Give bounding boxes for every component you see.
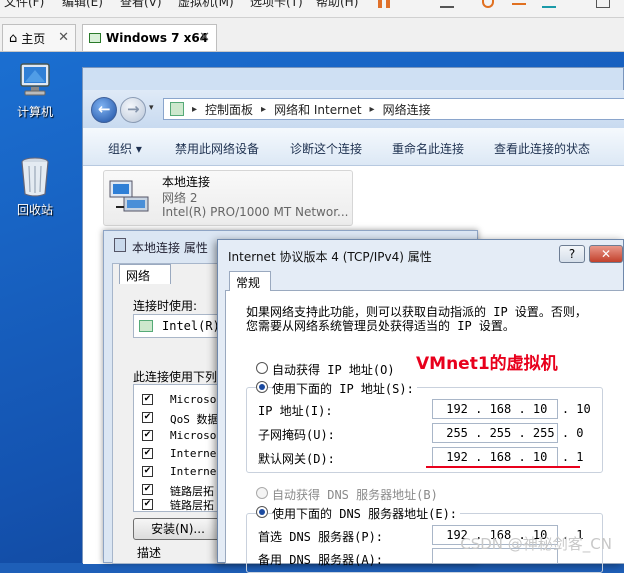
menu-edit[interactable]: 编辑(E) (62, 0, 103, 10)
auto-dns-label: 自动获得 DNS 服务器地址(B) (272, 488, 438, 502)
desktop-icon-label: 回收站 (16, 203, 53, 217)
snapshot-icon[interactable] (482, 0, 494, 8)
auto-dns-radio (256, 487, 268, 499)
manual-ip-radio[interactable] (256, 381, 268, 393)
control-panel-icon (170, 102, 184, 116)
checkbox[interactable]: ✔ (142, 499, 153, 510)
back-button[interactable]: ← (91, 97, 117, 123)
computer-icon (20, 63, 50, 96)
tcp-body: 如果网络支持此功能，则可以获取自动指派的 IP 设置。否则， 您需要从网络系统管… (225, 290, 624, 573)
send-keys-icon[interactable] (440, 2, 454, 8)
annotation-vmnet1: VMnet1的虚拟机 (416, 354, 558, 374)
tab-home[interactable]: ⌂ 主页 ✕ (2, 24, 76, 51)
desktop-icon-computer[interactable]: 计算机 (0, 60, 70, 120)
recycle-bin-icon (21, 157, 49, 197)
history-dropdown-icon[interactable]: ▾ (149, 103, 154, 113)
close-icon[interactable]: ✕ (58, 30, 69, 45)
address-bar: ← → ▾ ▸ 控制面板 ▸ 网络和 Internet ▸ 网络连接 (83, 90, 624, 128)
tab-windows7[interactable]: Windows 7 x64 ✕ (82, 24, 217, 51)
network-adapter-icon (109, 180, 149, 212)
menu-vm[interactable]: 虚拟机(M) (178, 0, 234, 10)
tab-networking[interactable]: 网络 (119, 264, 171, 284)
dialog-title: 本地连接 属性 (132, 241, 208, 255)
connection-network: 网络 2 (162, 191, 198, 205)
tab-general[interactable]: 常规 (229, 271, 271, 291)
manual-dns-radio[interactable] (256, 506, 268, 518)
description-label: 描述 (133, 544, 166, 561)
adapter-name: Intel(R) (162, 319, 220, 333)
tcpipv4-properties-dialog: Internet 协议版本 4 (TCP/IPv4) 属性 ? ✕ 常规 如果网… (217, 239, 624, 573)
help-button[interactable]: ? (559, 245, 585, 263)
breadcrumb-separator[interactable]: ▸ (261, 104, 266, 115)
vm-tabbar: ⌂ 主页 ✕ Windows 7 x64 ✕ (0, 18, 624, 52)
diagnose-button[interactable]: 诊断这个连接 (290, 140, 362, 157)
breadcrumb-separator[interactable]: ▸ (370, 104, 375, 115)
menu-file[interactable]: 文件(F) (4, 0, 44, 10)
adapter-icon (139, 320, 153, 332)
revert-icon[interactable] (512, 3, 526, 5)
forward-button[interactable]: → (120, 97, 146, 123)
ip-address-input[interactable]: 192 . 168 . 10 . 10 (432, 399, 591, 419)
desktop-icon-recycle-bin[interactable]: 回收站 (0, 156, 70, 218)
connection-item-local[interactable]: 本地连接 网络 2 Intel(R) PRO/1000 MT Networ... (103, 170, 353, 226)
menu-view[interactable]: 查看(V) (120, 0, 162, 10)
connection-adapter: Intel(R) PRO/1000 MT Networ... (162, 205, 349, 219)
breadcrumb-network-connections[interactable]: 网络连接 (383, 101, 431, 118)
subnet-mask-input[interactable]: 255 . 255 . 255 . 0 (432, 423, 584, 443)
tab-home-label: 主页 (21, 31, 46, 46)
vm-menubar: 文件(F) 编辑(E) 查看(V) 虚拟机(M) 选项卡(T) 帮助(H) (0, 0, 624, 18)
watermark: CSDN @神秘剑客_CN (460, 535, 612, 553)
checkbox[interactable]: ✔ (142, 448, 153, 459)
command-bar: 组织 ▾ 禁用此网络设备 诊断这个连接 重命名此连接 查看此连接的状态 (83, 128, 624, 166)
checkbox[interactable]: ✔ (142, 412, 153, 423)
subnet-mask-label: 子网掩码(U): (258, 428, 335, 442)
pause-icon-bar (386, 0, 390, 8)
back-arrow-icon: ← (98, 100, 111, 118)
vm-icon (89, 33, 101, 43)
checkbox[interactable]: ✔ (142, 484, 153, 495)
manage-snapshot-icon[interactable] (542, 0, 556, 8)
menu-help[interactable]: 帮助(H) (316, 0, 358, 10)
default-gateway-input[interactable]: 192 . 168 . 10 . 1 (432, 447, 584, 467)
checkbox[interactable]: ✔ (142, 466, 153, 477)
breadcrumb[interactable]: ▸ 控制面板 ▸ 网络和 Internet ▸ 网络连接 (163, 98, 624, 120)
breadcrumb-separator[interactable]: ▸ (192, 104, 197, 115)
manual-ip-label[interactable]: 使用下面的 IP 地址(S): (272, 380, 417, 397)
close-icon[interactable]: ✕ (199, 30, 210, 45)
auto-ip-radio[interactable] (256, 362, 268, 374)
forward-arrow-icon: → (127, 100, 140, 118)
network-icon (114, 238, 126, 252)
checkbox[interactable]: ✔ (142, 394, 153, 405)
annotation-underline (426, 466, 580, 468)
manual-dns-label[interactable]: 使用下面的 DNS 服务器地址(E): (272, 505, 461, 522)
breadcrumb-network-internet[interactable]: 网络和 Internet (274, 101, 361, 118)
install-button[interactable]: 安装(N)... (133, 518, 223, 540)
view-status-button[interactable]: 查看此连接的状态 (494, 140, 590, 157)
tab-windows7-label: Windows 7 x64 (106, 31, 209, 45)
default-gateway-label: 默认网关(D): (258, 452, 335, 466)
desktop-icon-label: 计算机 (16, 105, 53, 119)
checkbox[interactable]: ✔ (142, 430, 153, 441)
connection-name: 本地连接 (162, 175, 211, 189)
organize-button[interactable]: 组织 ▾ (108, 140, 142, 157)
connect-using-label: 连接时使用: (133, 299, 198, 313)
rename-button[interactable]: 重命名此连接 (392, 140, 464, 157)
menu-tabs[interactable]: 选项卡(T) (250, 0, 303, 10)
ip-address-label: IP 地址(I): (258, 404, 333, 418)
auto-ip-label[interactable]: 自动获得 IP 地址(O) (272, 361, 395, 378)
disable-device-button[interactable]: 禁用此网络设备 (175, 140, 259, 157)
items-label: 此连接使用下列 (133, 370, 218, 384)
close-button[interactable]: ✕ (589, 245, 623, 263)
fullscreen-icon[interactable] (596, 0, 610, 8)
home-icon: ⌂ (9, 30, 18, 46)
pause-icon[interactable] (378, 0, 382, 8)
intro-text-line2: 您需要从网络系统管理员处获得适当的 IP 设置。 (246, 319, 515, 333)
breadcrumb-control-panel[interactable]: 控制面板 (205, 101, 253, 118)
preferred-dns-label: 首选 DNS 服务器(P): (258, 530, 384, 544)
alternate-dns-label: 备用 DNS 服务器(A): (258, 553, 384, 567)
dialog-title: Internet 协议版本 4 (TCP/IPv4) 属性 (228, 250, 432, 264)
